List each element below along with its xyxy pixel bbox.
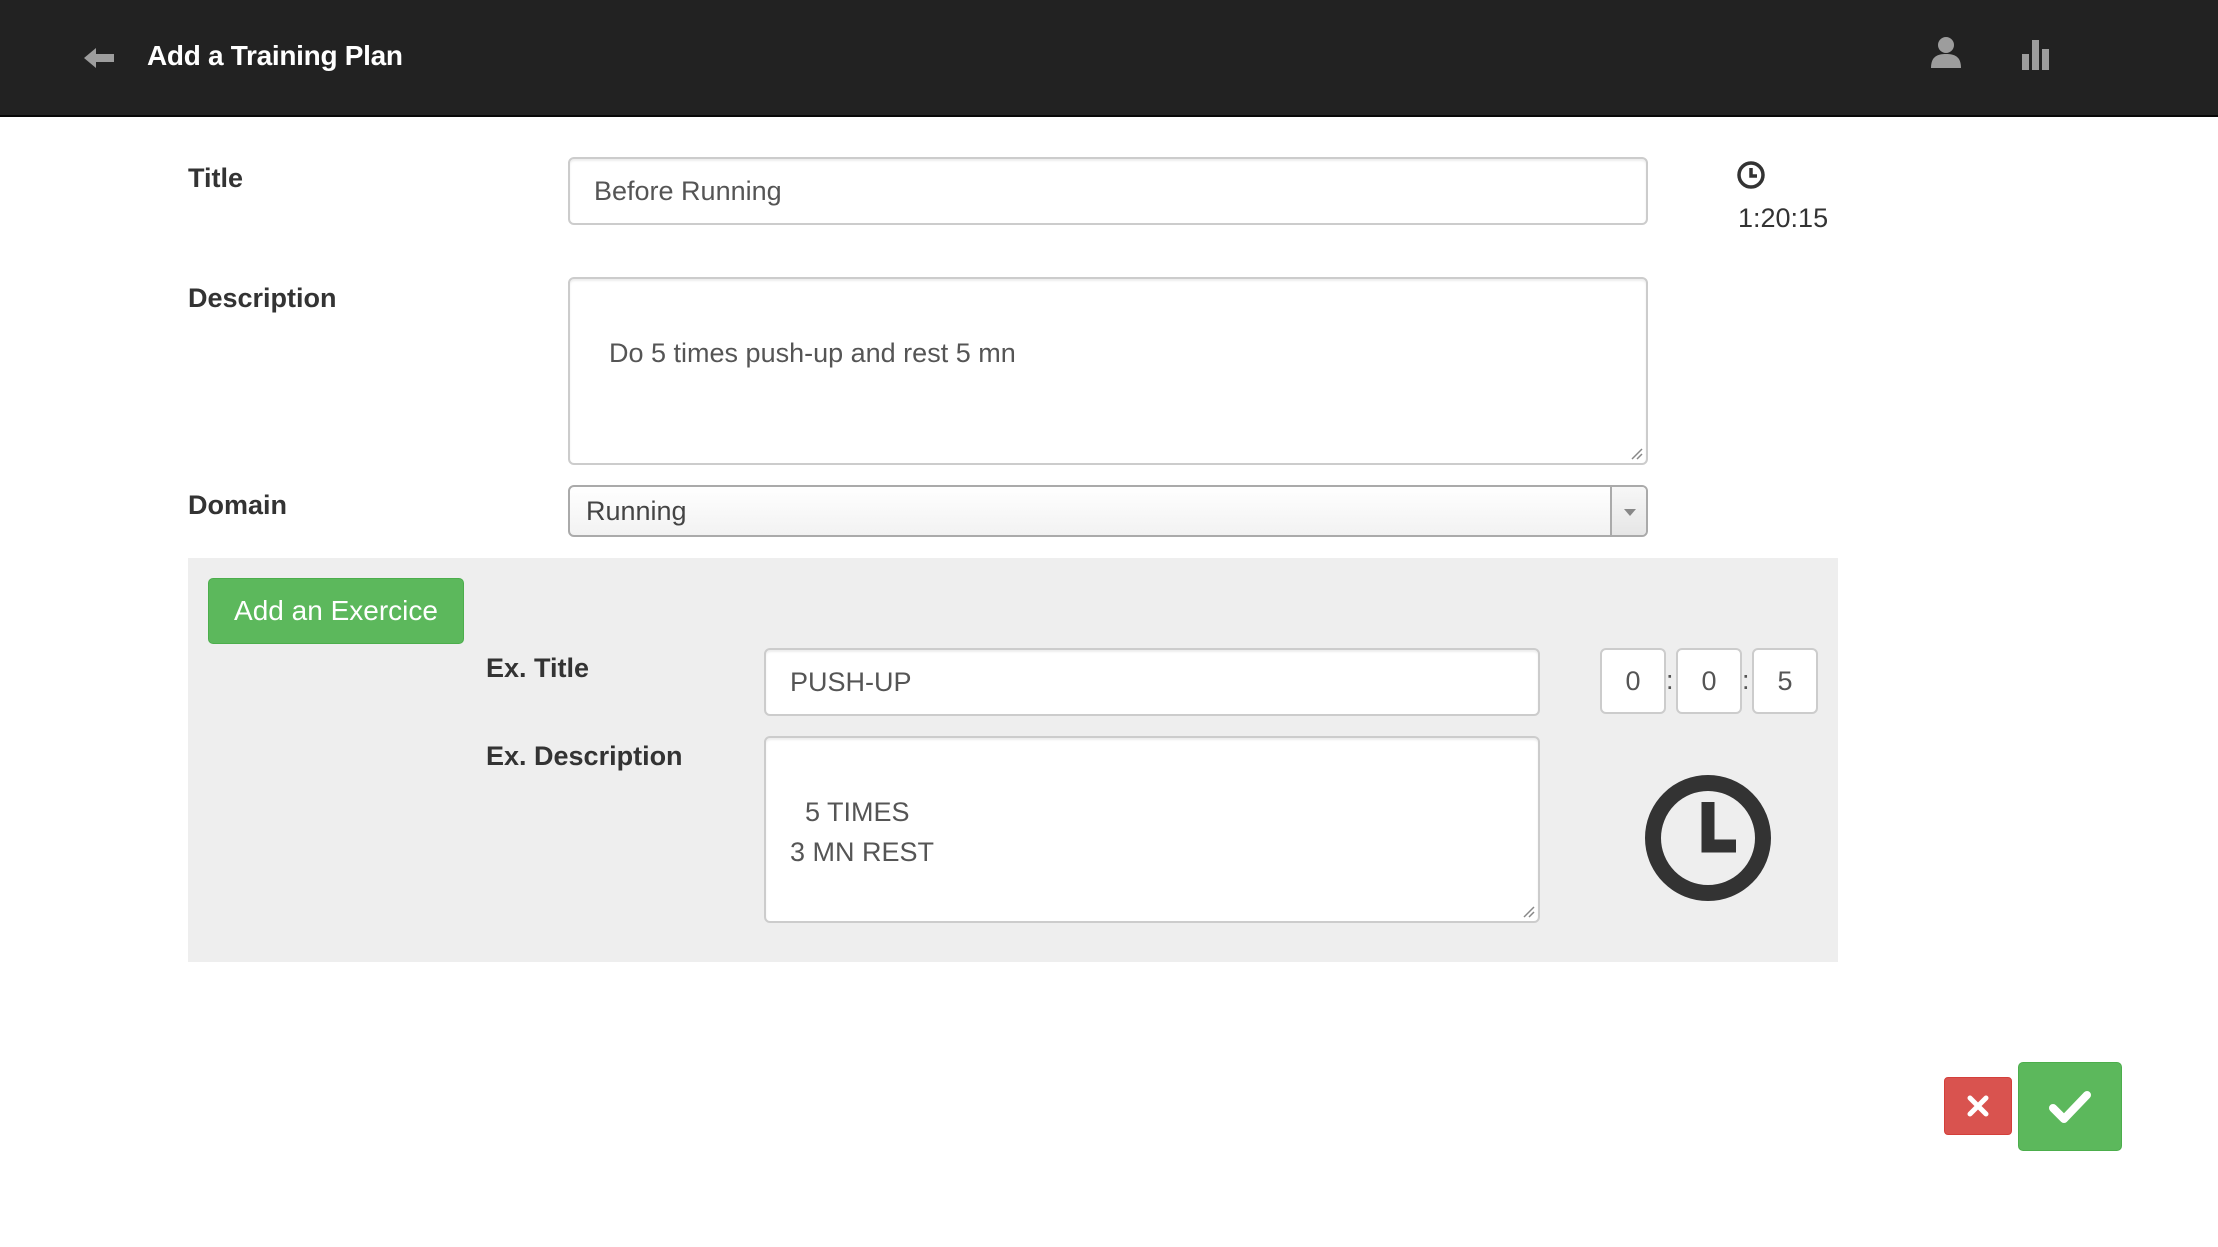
total-duration: 1:20:15: [1738, 203, 1829, 233]
duration-hours-input[interactable]: 0: [1600, 648, 1666, 714]
timer-clock-icon[interactable]: [1644, 774, 1772, 902]
exercise-title-input[interactable]: PUSH-UP: [764, 648, 1540, 716]
page-title: Add a Training Plan: [147, 40, 403, 71]
domain-label: Domain: [188, 490, 288, 520]
cancel-button[interactable]: [1944, 1077, 2012, 1135]
title-label: Title: [188, 163, 244, 193]
check-icon: [2049, 1090, 2091, 1123]
user-icon[interactable]: [1928, 34, 1964, 70]
duration-separator: :: [1666, 665, 1674, 695]
bar-chart-icon[interactable]: [2018, 36, 2054, 72]
domain-selected-value: Running: [586, 495, 687, 526]
exercise-description-textarea[interactable]: 5 TIMES 3 MN REST REPEAT 4 TIMES: [764, 736, 1540, 923]
duration-minutes-input[interactable]: 0: [1676, 648, 1742, 714]
chevron-down-icon[interactable]: [1610, 487, 1646, 535]
resize-grip-icon[interactable]: [1520, 903, 1536, 919]
close-icon: [1967, 1095, 1989, 1117]
confirm-button[interactable]: [2018, 1062, 2122, 1151]
add-exercise-button[interactable]: Add an Exercice: [208, 578, 464, 644]
exercise-description-text: 5 TIMES 3 MN REST REPEAT 4 TIMES: [790, 797, 1008, 921]
domain-select[interactable]: Running: [568, 485, 1648, 537]
back-arrow-icon[interactable]: [80, 40, 120, 76]
title-input[interactable]: Before Running: [568, 157, 1648, 225]
exercise-description-label: Ex. Description: [486, 741, 683, 771]
description-textarea[interactable]: Do 5 times push-up and rest 5 mn: [568, 277, 1648, 465]
resize-grip-icon[interactable]: [1628, 445, 1644, 461]
duration-separator: :: [1742, 665, 1750, 695]
top-navbar: Add a Training Plan: [0, 0, 2218, 117]
exercise-title-label: Ex. Title: [486, 653, 590, 683]
description-text: Do 5 times push-up and rest 5 mn: [609, 338, 1016, 368]
duration-seconds-input[interactable]: 5: [1752, 648, 1818, 714]
clock-icon: [1736, 160, 1766, 190]
description-label: Description: [188, 283, 337, 313]
